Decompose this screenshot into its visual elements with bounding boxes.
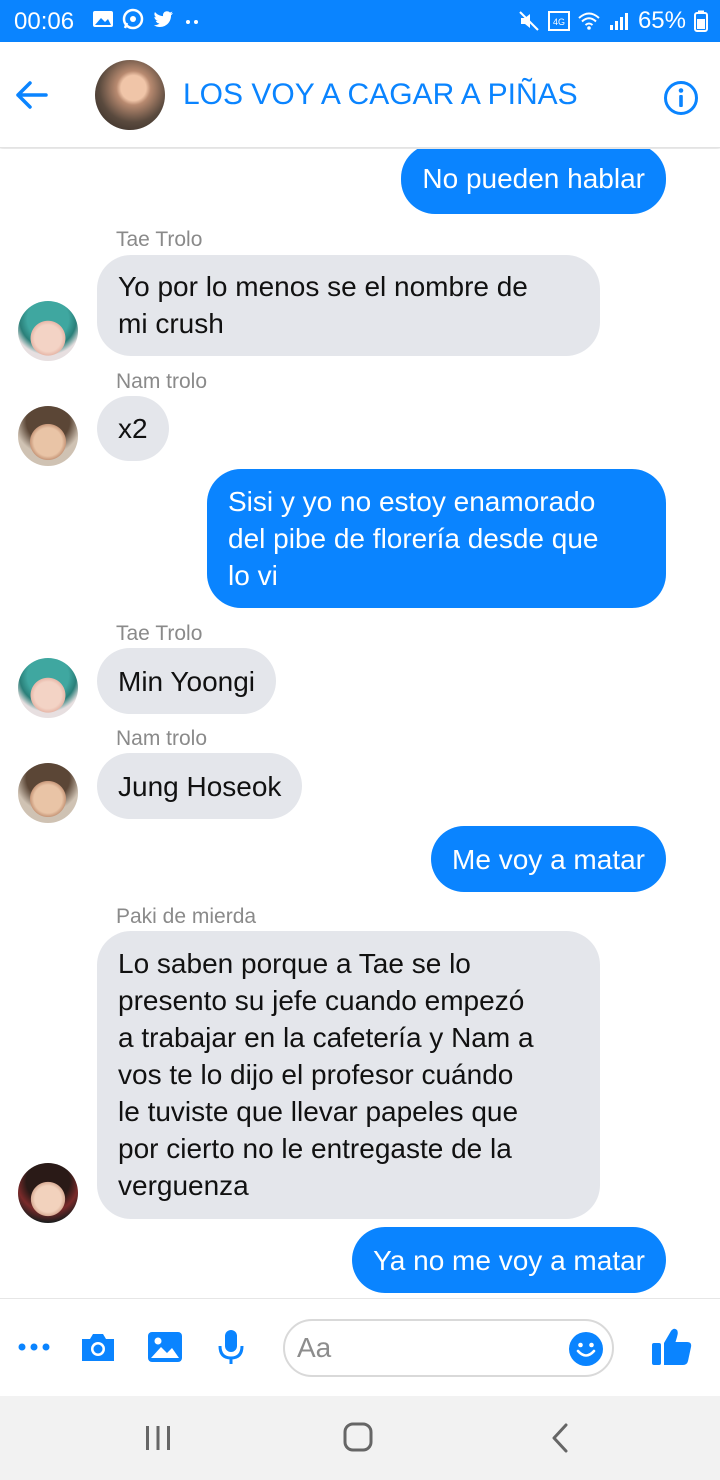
- message-line: le tuviste que llevar papeles que: [118, 1096, 519, 1127]
- recent-apps-icon[interactable]: [138, 1422, 178, 1454]
- message-outgoing[interactable]: No pueden hablar: [401, 149, 666, 214]
- svg-text:4G: 4G: [553, 17, 565, 27]
- status-time: 00:06: [14, 8, 75, 35]
- more-dots-icon: [186, 20, 198, 24]
- message-input[interactable]: [297, 1331, 567, 1365]
- volte-4g-icon: 4G: [547, 11, 570, 31]
- battery-percent: 65%: [637, 7, 686, 34]
- message-line: presento su jefe cuando empezó: [118, 985, 525, 1016]
- message-incoming[interactable]: Lo saben porque a Tae se lo presento su …: [97, 931, 600, 1219]
- back-arrow-icon[interactable]: [14, 80, 48, 110]
- avatar-nam[interactable]: [18, 406, 78, 466]
- message-line: a trabajar en la cafetería y Nam a: [118, 1022, 534, 1053]
- message-line: por cierto no le entregaste de la: [118, 1133, 512, 1164]
- message-outgoing[interactable]: Ya no me voy a matar: [352, 1227, 666, 1293]
- mute-icon: [519, 11, 539, 31]
- message-line: Lo saben porque a Tae se lo: [118, 948, 471, 979]
- twitter-icon: [153, 11, 173, 27]
- message-line: No pueden hablar: [422, 163, 645, 194]
- sender-name: Tae Trolo: [116, 228, 203, 251]
- message-line: Min Yoongi: [118, 666, 256, 697]
- system-nav-bar: [0, 1396, 720, 1480]
- conversation-header: LOS VOY A CAGAR A PIÑAS: [0, 42, 720, 148]
- like-icon[interactable]: [650, 1325, 694, 1369]
- emoji-icon[interactable]: [568, 1331, 604, 1367]
- sender-name: Nam trolo: [116, 370, 208, 393]
- wifi-icon: [578, 12, 600, 30]
- message-line: Sisi y yo no estoy enamorado: [228, 486, 596, 517]
- image-icon: [93, 11, 113, 27]
- avatar-tae[interactable]: [18, 301, 78, 361]
- message-incoming[interactable]: Jung Hoseok: [97, 753, 303, 819]
- message-line: Jung Hoseok: [118, 771, 282, 802]
- microphone-icon[interactable]: [211, 1327, 251, 1367]
- message-line: Yo por lo menos se el nombre de: [118, 271, 528, 302]
- message-line: del pibe de florería desde que: [228, 523, 599, 554]
- avatar-nam[interactable]: [18, 763, 78, 823]
- group-avatar[interactable]: [95, 60, 165, 130]
- message-line: lo vi: [228, 560, 278, 591]
- battery-icon: [694, 10, 708, 32]
- message-line: mi crush: [118, 308, 224, 339]
- status-bar: 00:06 4G 65%: [0, 0, 720, 42]
- sender-name: Paki de mierda: [116, 905, 257, 928]
- message-outgoing[interactable]: Me voy a matar: [431, 826, 666, 892]
- composer-bar: [0, 1298, 720, 1396]
- avatar-paki[interactable]: [18, 1163, 78, 1223]
- message-line: Ya no me voy a matar: [373, 1245, 645, 1276]
- message-list[interactable]: No pueden hablar Tae Trolo Yo por lo men…: [0, 149, 720, 1297]
- message-line: vos te lo dijo el profesor cuándo: [118, 1059, 514, 1090]
- gallery-icon[interactable]: [145, 1327, 185, 1367]
- back-nav-icon[interactable]: [540, 1422, 580, 1454]
- message-line: verguenza: [118, 1170, 249, 1201]
- sender-name: Tae Trolo: [116, 622, 203, 645]
- message-line: Me voy a matar: [452, 844, 645, 875]
- info-icon[interactable]: [663, 80, 699, 116]
- message-line: x2: [118, 413, 148, 444]
- home-icon[interactable]: [338, 1422, 378, 1454]
- camera-icon[interactable]: [78, 1327, 118, 1367]
- message-input-container[interactable]: [283, 1319, 614, 1377]
- whatsapp-icon: [122, 8, 144, 30]
- message-incoming[interactable]: Yo por lo menos se el nombre de mi crush: [97, 255, 600, 356]
- message-outgoing[interactable]: Sisi y yo no estoy enamorado del pibe de…: [207, 469, 666, 608]
- more-options-icon[interactable]: [14, 1327, 54, 1367]
- sender-name: Nam trolo: [116, 727, 208, 750]
- avatar-tae[interactable]: [18, 658, 78, 718]
- message-incoming[interactable]: x2: [97, 396, 169, 461]
- message-incoming[interactable]: Min Yoongi: [97, 648, 277, 714]
- conversation-title[interactable]: LOS VOY A CAGAR A PIÑAS: [183, 78, 578, 112]
- signal-icon: [609, 13, 628, 30]
